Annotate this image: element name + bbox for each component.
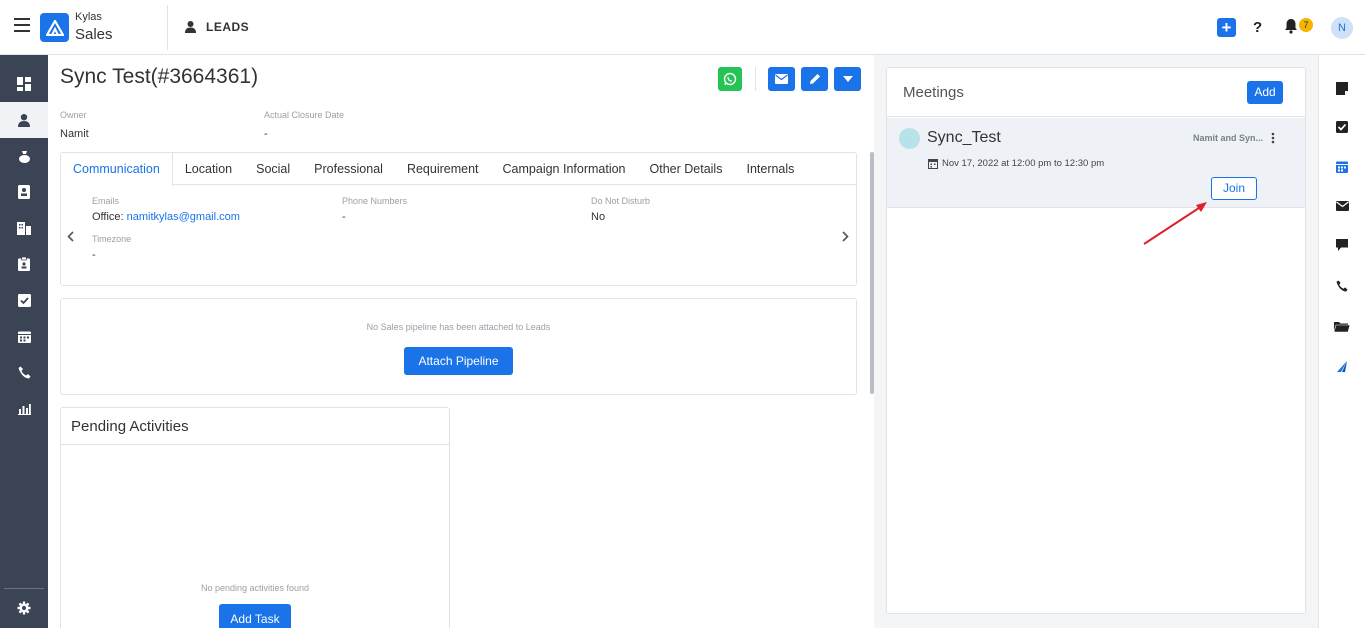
pencil-icon bbox=[809, 74, 820, 84]
timezone-value: - bbox=[92, 249, 96, 261]
do-not-disturb-value: No bbox=[591, 211, 606, 223]
brand-product: Sales bbox=[75, 26, 113, 43]
timezone-label: Timezone bbox=[92, 234, 132, 244]
nav-clipboard-icon[interactable] bbox=[0, 246, 48, 282]
do-not-disturb-label: Do Not Disturb bbox=[591, 196, 651, 206]
attach-pipeline-button[interactable]: Attach Pipeline bbox=[404, 347, 513, 375]
email-icon[interactable] bbox=[1332, 196, 1352, 216]
pending-activities-header: Pending Activities bbox=[61, 408, 449, 445]
notes-icon[interactable] bbox=[1332, 78, 1352, 98]
meetings-title: Meetings bbox=[903, 84, 964, 101]
pipeline-card: No Sales pipeline has been attached to L… bbox=[60, 298, 857, 395]
add-meeting-button[interactable]: Add bbox=[1247, 81, 1283, 104]
tasks-check-icon[interactable] bbox=[1332, 117, 1352, 137]
user-avatar[interactable]: N bbox=[1331, 17, 1353, 39]
tab-other-details[interactable]: Other Details bbox=[638, 153, 735, 185]
tabs-bar: Communication Location Social Profession… bbox=[61, 153, 856, 186]
tab-professional[interactable]: Professional bbox=[302, 153, 395, 185]
annotation-arrow bbox=[1143, 202, 1207, 245]
pending-activities-card: Pending Activities No pending activities… bbox=[60, 407, 450, 628]
nav-divider bbox=[4, 588, 44, 589]
meeting-time: Nov 17, 2022 at 12:00 pm to 12:30 pm bbox=[942, 158, 1105, 169]
right-icon-rail bbox=[1318, 55, 1365, 628]
module-title: LEADS bbox=[206, 20, 250, 34]
nav-dashboard-icon[interactable] bbox=[0, 66, 48, 102]
pipeline-empty-message: No Sales pipeline has been attached to L… bbox=[366, 322, 551, 332]
top-bar: Kylas Sales LEADS + ? 7 N bbox=[0, 0, 1365, 55]
nav-leads-icon[interactable] bbox=[0, 102, 48, 138]
meetings-card: Meetings Add Sync_Test Namit and Syn... … bbox=[886, 67, 1306, 614]
emails-label: Emails bbox=[92, 196, 120, 206]
meetings-pane: Meetings Add Sync_Test Namit and Syn... … bbox=[874, 55, 1318, 628]
topbar-divider bbox=[167, 5, 168, 50]
action-divider bbox=[755, 67, 756, 91]
chat-icon[interactable] bbox=[1332, 235, 1352, 255]
join-meeting-button[interactable]: Join bbox=[1211, 177, 1257, 200]
owner-label: Owner bbox=[60, 110, 87, 120]
add-task-button[interactable]: Add Task bbox=[219, 604, 291, 628]
person-icon bbox=[185, 21, 196, 33]
nav-contacts-icon[interactable] bbox=[0, 174, 48, 210]
whatsapp-icon bbox=[723, 72, 737, 86]
details-tabs-card: Communication Location Social Profession… bbox=[60, 152, 857, 286]
help-icon[interactable]: ? bbox=[1253, 19, 1262, 36]
chevron-right-icon[interactable] bbox=[842, 229, 849, 245]
tab-requirement[interactable]: Requirement bbox=[395, 153, 491, 185]
closure-date-value: - bbox=[264, 128, 268, 140]
envelope-icon bbox=[775, 74, 788, 84]
meeting-item[interactable]: Sync_Test Namit and Syn... Nov 17, 2022 … bbox=[887, 118, 1305, 208]
more-actions-dropdown-button[interactable] bbox=[834, 67, 861, 91]
chevron-left-icon[interactable] bbox=[67, 229, 74, 245]
tab-communication[interactable]: Communication bbox=[61, 153, 173, 186]
module-heading: LEADS bbox=[185, 20, 249, 34]
nav-deals-icon[interactable] bbox=[0, 138, 48, 174]
lead-details-pane: Sync Test(#3664361) Owner Namit Actual C… bbox=[48, 55, 874, 628]
more-vertical-icon[interactable] bbox=[1271, 131, 1279, 145]
notification-badge: 7 bbox=[1299, 18, 1313, 32]
kylas-logo-icon[interactable] bbox=[40, 13, 69, 42]
nav-companies-icon[interactable] bbox=[0, 210, 48, 246]
tab-internals[interactable]: Internals bbox=[734, 153, 806, 185]
phone-numbers-value: - bbox=[342, 211, 346, 223]
whatsapp-button[interactable] bbox=[718, 67, 742, 91]
owner-value: Namit bbox=[60, 128, 89, 140]
pending-empty-message: No pending activities found bbox=[200, 583, 310, 593]
phone-numbers-label: Phone Numbers bbox=[342, 196, 408, 206]
settings-gear-icon[interactable] bbox=[0, 590, 48, 626]
email-link[interactable]: namitkylas@gmail.com bbox=[127, 211, 240, 223]
quick-add-button[interactable]: + bbox=[1217, 18, 1236, 37]
left-navigation bbox=[0, 55, 48, 628]
meeting-participants: Namit and Syn... bbox=[1193, 133, 1264, 143]
calendar-icon bbox=[928, 156, 938, 174]
meeting-title[interactable]: Sync_Test bbox=[927, 129, 1001, 147]
brand-name: Kylas bbox=[75, 11, 102, 23]
caret-down-icon bbox=[842, 76, 853, 82]
email-type: Office: bbox=[92, 211, 124, 223]
folder-icon[interactable] bbox=[1332, 317, 1352, 337]
nav-reports-icon[interactable] bbox=[0, 390, 48, 426]
nav-calendar-icon[interactable] bbox=[0, 318, 48, 354]
meetings-calendar-icon[interactable] bbox=[1332, 156, 1352, 176]
meetings-header: Meetings Add bbox=[887, 68, 1305, 117]
emails-value: Office: namitkylas@gmail.com bbox=[92, 211, 240, 223]
kylas-sync-icon[interactable] bbox=[1332, 357, 1352, 377]
meeting-status-dot bbox=[899, 128, 920, 149]
pending-activities-title: Pending Activities bbox=[71, 418, 189, 435]
closure-date-label: Actual Closure Date bbox=[264, 110, 345, 120]
email-button[interactable] bbox=[768, 67, 795, 91]
tab-location[interactable]: Location bbox=[173, 153, 244, 185]
phone-icon[interactable] bbox=[1332, 276, 1352, 296]
menu-icon[interactable] bbox=[14, 18, 30, 32]
nav-tasks-icon[interactable] bbox=[0, 282, 48, 318]
nav-phone-icon[interactable] bbox=[0, 354, 48, 390]
edit-button[interactable] bbox=[801, 67, 828, 91]
page-title: Sync Test(#3664361) bbox=[60, 65, 259, 88]
tab-campaign-information[interactable]: Campaign Information bbox=[491, 153, 638, 185]
tab-social[interactable]: Social bbox=[244, 153, 302, 185]
